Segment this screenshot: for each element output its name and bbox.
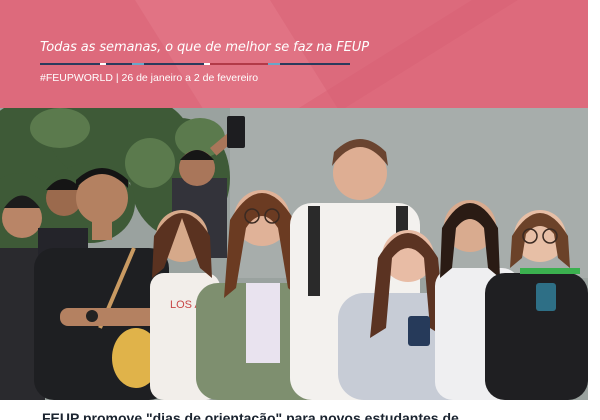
banner-tagline: Todas as semanas, o que de melhor se faz…: [40, 40, 369, 55]
newsletter-page: Todas as semanas, o que de melhor se faz…: [0, 0, 600, 420]
banner-subline: #FEUPWORLD | 26 de janeiro a 2 de fevere…: [40, 72, 259, 84]
header-banner: Todas as semanas, o que de melhor se faz…: [0, 0, 588, 108]
divider-segment: [268, 63, 280, 65]
banner-divider: [40, 63, 350, 65]
divider-segment: [210, 63, 268, 65]
divider-segment: [40, 63, 100, 65]
divider-segment: [144, 63, 204, 65]
article-headline[interactable]: FEUP promove "dias de orientação" para n…: [42, 410, 459, 420]
group-photo-image: LOS AN: [0, 108, 588, 400]
divider-segment: [280, 63, 350, 65]
divider-segment: [132, 63, 144, 65]
divider-segment: [106, 63, 132, 65]
group-photo[interactable]: LOS AN: [0, 108, 588, 400]
